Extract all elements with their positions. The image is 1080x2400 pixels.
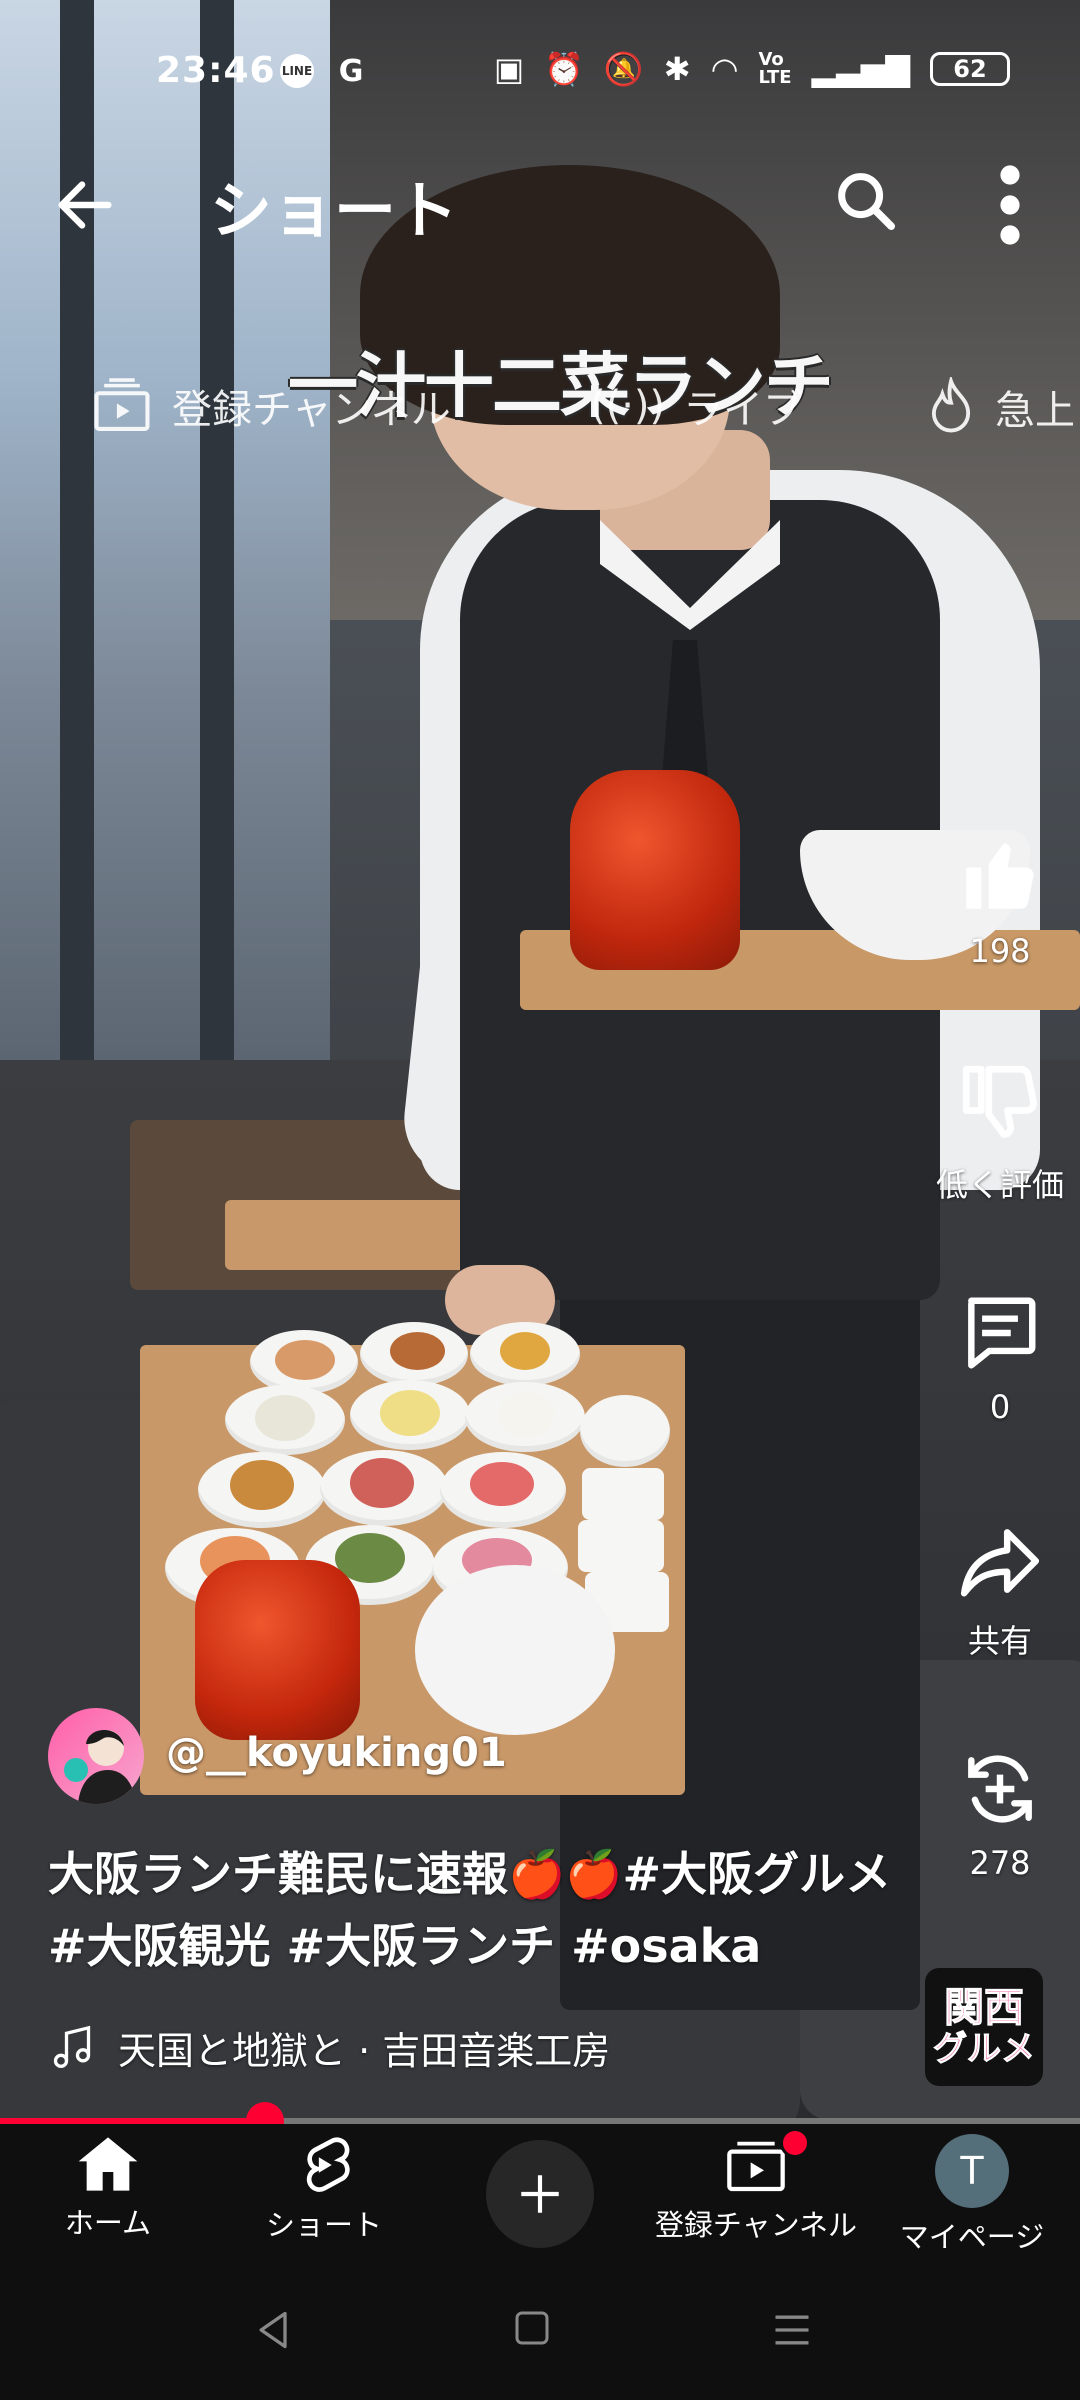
rice-bowl xyxy=(415,1565,615,1735)
system-back-icon[interactable] xyxy=(252,2308,296,2352)
wifi-icon: ◠ xyxy=(710,50,739,88)
food xyxy=(350,1458,414,1508)
sound-thumbnail-button[interactable]: 関西 グルメ xyxy=(925,1968,1043,2086)
search-icon[interactable] xyxy=(830,160,900,240)
strip-item-label: ライブ xyxy=(683,387,804,433)
music-track[interactable]: 天国と地獄と · 吉田音楽工房 xyxy=(50,2020,610,2075)
status-time: 23:46 xyxy=(156,50,276,91)
shorts-icon xyxy=(306,2137,350,2192)
volte-icon: Vo LTE xyxy=(758,49,792,88)
signal-icon: ▂▃▅▇ xyxy=(811,50,910,88)
system-navigation-bar xyxy=(0,2264,1080,2400)
line-app-icon: LINE xyxy=(280,54,314,88)
strip-item-label: 急上 xyxy=(995,388,1075,434)
lacquer-bowl xyxy=(570,770,740,970)
video-player[interactable]: 一汁十二菜ランチ xyxy=(0,0,1080,2120)
food xyxy=(230,1460,294,1510)
small-dish xyxy=(580,1395,670,1467)
food xyxy=(390,1332,445,1370)
strip-item-subscriptions[interactable]: 登録チャンネル xyxy=(90,377,451,435)
square-dish xyxy=(578,1520,664,1572)
subscriptions-icon xyxy=(94,378,150,431)
share-label: 共有 xyxy=(967,1622,1032,1660)
comment-icon xyxy=(968,1297,1036,1369)
nav-subscriptions-label: 登録チャンネル xyxy=(654,2208,858,2242)
system-recents-icon[interactable] xyxy=(770,2308,814,2352)
avatar-illustration xyxy=(64,1730,136,1804)
food xyxy=(380,1390,440,1436)
subscriptions-icon xyxy=(727,2141,785,2192)
comment-count: 0 xyxy=(989,1388,1011,1426)
new-content-dot xyxy=(780,2128,810,2158)
nav-mypage[interactable]: T マイページ xyxy=(864,2134,1080,2256)
background-tray xyxy=(225,1200,495,1270)
share-icon xyxy=(960,1529,1040,1597)
thumbs-up-icon xyxy=(966,843,1034,909)
music-track-label: 天国と地獄と · 吉田音楽工房 xyxy=(118,2029,611,2073)
nav-mypage-label: マイページ xyxy=(899,2220,1045,2254)
dislike-button[interactable]: 低く評価 xyxy=(936,1058,1064,1206)
nav-home-label: ホーム xyxy=(64,2206,152,2240)
home-icon xyxy=(78,2137,138,2191)
create-button[interactable] xyxy=(486,2140,594,2248)
system-home-icon[interactable] xyxy=(512,2308,552,2348)
mute-icon: 🔕 xyxy=(603,50,644,88)
strip-item-live[interactable]: ((·)) ライブ xyxy=(590,377,803,435)
bottom-nav: ホーム ショート 登録チャンネル T マイページ xyxy=(0,2124,1080,2264)
status-icons: ▣ ⏰ 🔕 ✱ ◠ Vo LTE ▂▃▅▇ 62 xyxy=(494,50,1010,88)
square-dish xyxy=(582,1468,664,1520)
trending-flame-icon xyxy=(931,377,971,433)
food xyxy=(470,1462,534,1506)
more-options-icon[interactable] xyxy=(985,160,1035,250)
live-icon: ((·)) xyxy=(590,383,666,429)
status-bar: 23:46 LINE G ▣ ⏰ 🔕 ✱ ◠ Vo LTE ▂▃▅▇ 62 xyxy=(0,40,1080,104)
dislike-label: 低く評価 xyxy=(936,1166,1065,1204)
sound-badge-line2: グルメ xyxy=(933,2029,1036,2069)
plus-icon xyxy=(521,2175,559,2213)
channel-handle[interactable]: @__koyuking01 xyxy=(166,1730,507,1776)
nav-subscriptions[interactable]: 登録チャンネル xyxy=(648,2128,864,2244)
nfc-icon: ▣ xyxy=(493,50,525,88)
thumbs-down-icon xyxy=(962,1065,1037,1138)
channel-avatar[interactable] xyxy=(48,1708,144,1804)
sound-badge-line1: 関西 xyxy=(944,1985,1025,2031)
share-button[interactable]: 共有 xyxy=(940,1518,1060,1662)
music-note-icon xyxy=(53,2025,91,2068)
back-arrow-icon[interactable] xyxy=(50,170,120,240)
like-button[interactable]: 198 xyxy=(940,830,1060,970)
strip-item-label: 登録チャンネル xyxy=(172,387,451,433)
remix-count: 278 xyxy=(969,1844,1031,1882)
bluetooth-icon: ✱ xyxy=(663,50,691,88)
remix-icon xyxy=(968,1755,1032,1823)
page-title: ショート xyxy=(210,174,459,247)
food xyxy=(500,1332,550,1370)
user-avatar: T xyxy=(935,2134,1009,2208)
remix-button[interactable]: 278 xyxy=(940,1746,1060,1882)
battery-indicator: 62 xyxy=(930,52,1010,86)
food xyxy=(255,1395,315,1441)
comments-button[interactable]: 0 xyxy=(940,1290,1060,1426)
strip-item-trending[interactable]: 急上 xyxy=(925,377,1075,437)
food xyxy=(498,1392,554,1438)
nav-shorts-label: ショート xyxy=(265,2208,382,2242)
food xyxy=(275,1340,335,1380)
video-description[interactable]: 大阪ランチ難民に速報🍎🍎#大阪グルメ #大阪観光 #大阪ランチ #osaka xyxy=(48,1838,908,1982)
lacquer-soup-bowl xyxy=(195,1560,360,1740)
top-bar: ショート xyxy=(0,150,1080,260)
channel-strip: 登録チャンネル ((·)) ライブ 急上 xyxy=(0,355,1080,455)
nav-shorts[interactable]: ショート xyxy=(216,2134,432,2244)
nav-home[interactable]: ホーム xyxy=(0,2134,216,2242)
google-app-icon: G xyxy=(338,53,364,89)
alarm-icon: ⏰ xyxy=(544,50,584,88)
like-count: 198 xyxy=(969,932,1031,970)
